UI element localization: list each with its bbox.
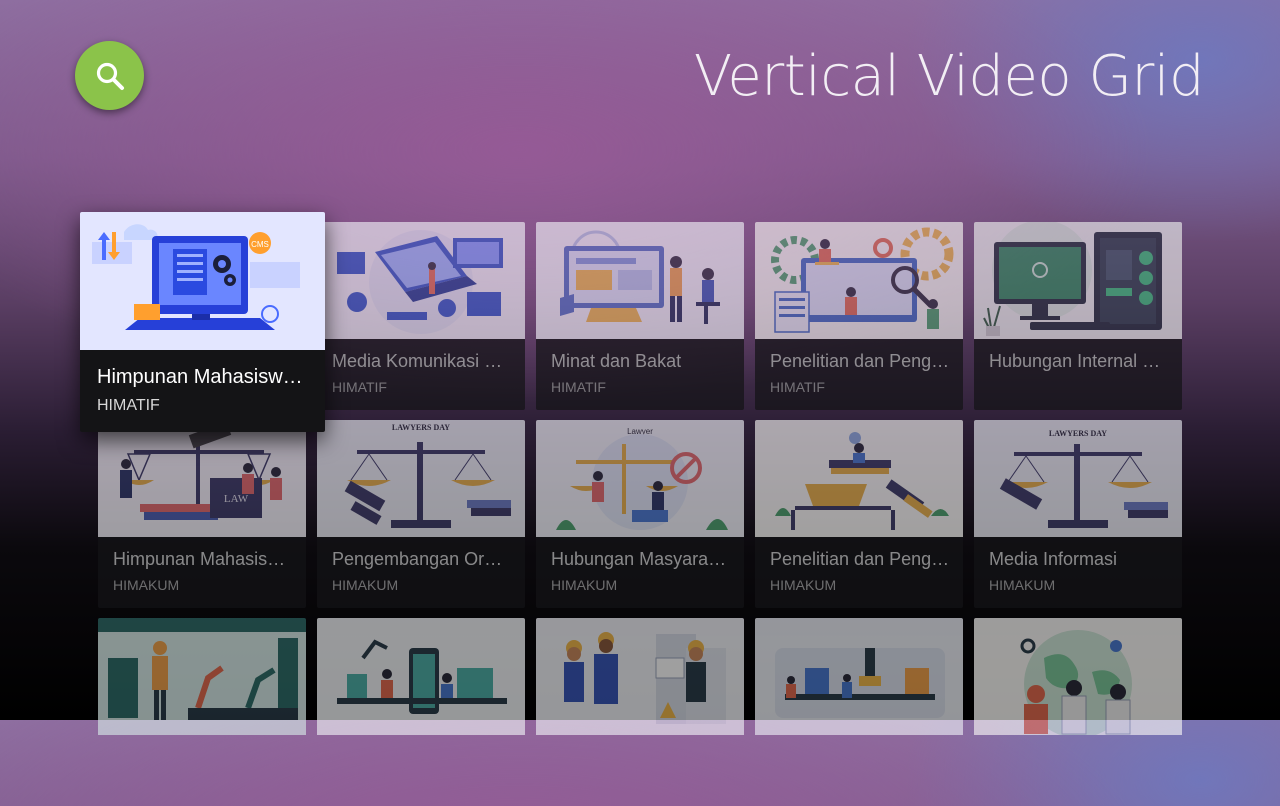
video-card-subtitle: HIMATIF xyxy=(551,379,606,395)
law-scale-illustration: LAW xyxy=(98,420,306,537)
svg-text:LAW: LAW xyxy=(224,493,249,505)
lawyer-scale-illustration: Lawyer xyxy=(536,420,744,537)
video-card-9[interactable]: Penelitian dan Penge... HIMAKUM xyxy=(755,420,963,608)
video-card-title: Himpunan Mahasiswa ... xyxy=(97,366,309,388)
video-card-info: Hubungan Internal dan... xyxy=(974,339,1182,410)
factory-robots-illustration xyxy=(98,618,306,735)
research-gears-illustration xyxy=(755,222,963,339)
globe-team-illustration xyxy=(974,618,1182,735)
lawyers-day-gavel-illustration: LAWYERS DAY xyxy=(317,420,525,537)
video-card-11[interactable] xyxy=(98,618,306,806)
video-card-7[interactable]: LAWYERS DAY Pengembangan Organi... HIMAK… xyxy=(317,420,525,608)
video-card-subtitle: HIMAKUM xyxy=(770,577,837,593)
thumb-banner: LAWYERS DAY xyxy=(1049,429,1107,438)
video-card-subtitle: HIMATIF xyxy=(97,397,160,414)
cms-computer-illustration: CMS xyxy=(80,212,325,350)
video-card-subtitle: HIMATIF xyxy=(332,379,387,395)
video-card-info: Penelitian dan Penge... HIMATIF xyxy=(755,339,963,410)
video-card-title: Minat dan Bakat xyxy=(551,351,682,371)
video-card-info: Pengembangan Organi... HIMAKUM xyxy=(317,537,525,608)
lawyers-day-scale-illustration: LAWYERS DAY xyxy=(974,420,1182,537)
video-card-subtitle: HIMAKUM xyxy=(989,577,1056,593)
video-card-title: Media Komunikasi dan... xyxy=(332,351,512,371)
video-card-14[interactable] xyxy=(755,618,963,806)
thumb-banner: LAWYERS DAY xyxy=(392,423,450,432)
video-card-10[interactable]: LAWYERS DAY Media Informasi HIMAKUM xyxy=(974,420,1182,608)
laptop-network-illustration xyxy=(317,222,525,339)
video-card-1[interactable]: CMS Himpunan Mahasiswa ... HIMATIF xyxy=(80,212,325,432)
engineers-illustration xyxy=(536,618,744,735)
books-gavel-illustration xyxy=(755,420,963,537)
video-card-subtitle: HIMAKUM xyxy=(551,577,618,593)
video-card-title: Himpunan Mahasiswa ... xyxy=(113,549,293,569)
mobile-factory-illustration xyxy=(317,618,525,735)
dashboard-people-illustration xyxy=(536,222,744,339)
video-card-subtitle: HIMAKUM xyxy=(113,577,180,593)
video-grid: CMS Himpunan Mahasiswa ... HIMATIF Media… xyxy=(0,0,1280,735)
video-card-subtitle: HIMATIF xyxy=(770,379,825,395)
video-card-info: Media Komunikasi dan... HIMATIF xyxy=(317,339,525,410)
video-card-15[interactable] xyxy=(974,618,1182,806)
video-card-info: Penelitian dan Penge... HIMAKUM xyxy=(755,537,963,608)
video-card-12[interactable] xyxy=(317,618,525,806)
video-card-info: Himpunan Mahasiswa ... HIMATIF xyxy=(80,350,325,432)
video-card-13[interactable] xyxy=(536,618,744,806)
desktop-pc-illustration xyxy=(974,222,1182,339)
video-card-info: Minat dan Bakat HIMATIF xyxy=(536,339,744,410)
video-card-4[interactable]: Penelitian dan Penge... HIMATIF xyxy=(755,222,963,410)
video-card-5[interactable]: Hubungan Internal dan... xyxy=(974,222,1182,410)
video-card-info: Himpunan Mahasiswa ... HIMAKUM xyxy=(98,537,306,608)
video-card-title: Penelitian dan Penge... xyxy=(770,351,950,371)
video-card-title: Hubungan Internal dan... xyxy=(989,351,1169,371)
video-card-title: Media Informasi xyxy=(989,549,1118,569)
video-card-8[interactable]: Lawyer Hubungan Masyarakat HIMAKUM xyxy=(536,420,744,608)
video-card-6[interactable]: LAW Himpunan Mahasiswa ... HIMAKUM xyxy=(98,420,306,608)
video-card-2[interactable]: Media Komunikasi dan... HIMATIF xyxy=(317,222,525,410)
video-card-title: Hubungan Masyarakat xyxy=(551,549,731,569)
video-card-3[interactable]: Minat dan Bakat HIMATIF xyxy=(536,222,744,410)
video-card-subtitle: HIMAKUM xyxy=(332,577,399,593)
assembly-line-illustration xyxy=(755,618,963,735)
video-card-info: Hubungan Masyarakat HIMAKUM xyxy=(536,537,744,608)
svg-text:CMS: CMS xyxy=(251,240,269,249)
video-card-title: Penelitian dan Penge... xyxy=(770,549,950,569)
video-card-title: Pengembangan Organi... xyxy=(332,549,512,569)
video-card-info: Media Informasi HIMAKUM xyxy=(974,537,1182,608)
